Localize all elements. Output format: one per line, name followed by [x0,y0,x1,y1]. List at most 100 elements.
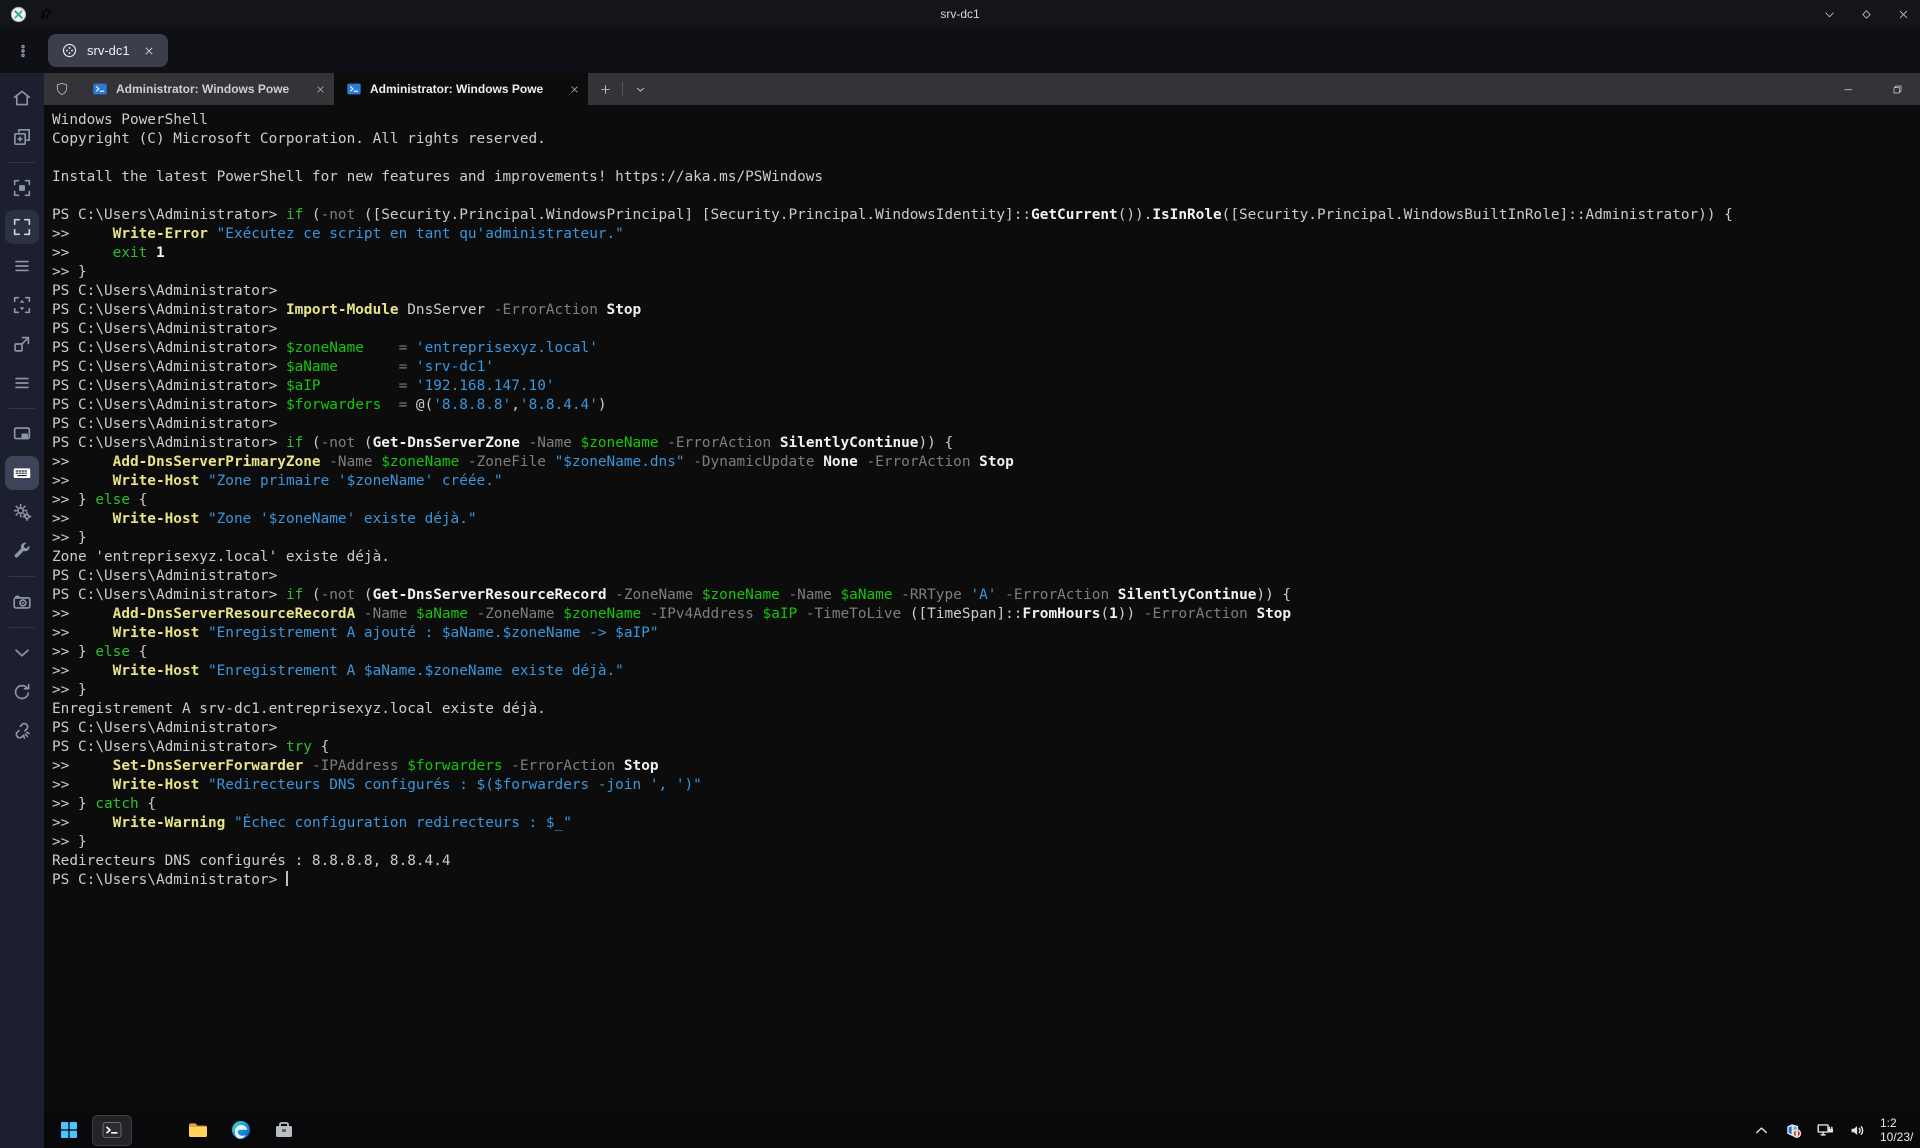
text-cursor [286,871,288,886]
taskbar-edge-button[interactable] [221,1115,261,1146]
terminal-line: PS C:\Users\Administrator> $zoneName = '… [52,339,1920,358]
sidebar-divider [9,162,35,163]
pip-icon [11,423,33,445]
camera-icon [11,591,33,613]
terminal-line: PS C:\Users\Administrator> $forwarders =… [52,396,1920,415]
terminal-line: PS C:\Users\Administrator> $aName = 'srv… [52,358,1920,377]
chevron-down-icon [11,642,33,664]
fit-region-icon [11,177,33,199]
terminal-minimize-icon[interactable] [1842,83,1855,96]
fullscreen-icon [11,216,33,238]
terminal-app-icon [100,1118,124,1142]
close-tab-icon[interactable] [143,45,155,57]
sidebar-menu-secondary-button[interactable] [5,366,39,400]
sidebar-settings-button[interactable] [5,495,39,529]
close-tab-icon[interactable] [569,84,580,95]
volume-icon [1848,1121,1867,1140]
sidebar-keyboard-button[interactable] [5,456,39,490]
pin-icon[interactable] [39,7,53,21]
app-tab-srv-dc1[interactable]: srv-dc1 [48,34,168,67]
terminal-line: PS C:\Users\Administrator> [52,719,1920,738]
sidebar-collapse-button[interactable] [5,636,39,670]
tray-date: 10/23/ [1880,1130,1920,1144]
terminal-line: PS C:\Users\Administrator> [52,871,1920,890]
window-maximize-icon[interactable] [1860,8,1873,21]
new-window-icon [11,126,33,148]
resize-icon [11,333,33,355]
window-minimize-icon[interactable] [1823,8,1836,21]
terminal-restore-icon[interactable] [1891,83,1904,96]
tab-dropdown-button[interactable] [623,73,657,105]
overflow-menu-icon[interactable] [14,43,32,59]
wrench-icon [11,540,33,562]
terminal-tab-2[interactable]: Administrator: Windows Powe [334,73,588,105]
sidebar-tools-button[interactable] [5,534,39,568]
terminal-line: Copyright (C) Microsoft Corporation. All… [52,130,1920,149]
gears-icon [11,501,33,523]
terminal-line: PS C:\Users\Administrator> [52,320,1920,339]
terminal-line: Redirecteurs DNS configurés : 8.8.8.8, 8… [52,852,1920,871]
window-title: srv-dc1 [0,7,1920,21]
terminal-line: >> Write-Warning "Échec configuration re… [52,814,1920,833]
sidebar-screenshot-button[interactable] [5,585,39,619]
sidebar-scale-display-button[interactable] [5,288,39,322]
tray-clock[interactable]: 1:2 10/23/ [1880,1116,1920,1144]
powershell-tab-icon [92,81,108,97]
explorer-icon [186,1118,210,1142]
sidebar-resize-window-button[interactable] [5,327,39,361]
terminal-line: >> Add-DnsServerPrimaryZone -Name $zoneN… [52,453,1920,472]
network-icon [1816,1121,1835,1140]
sidebar-home-button[interactable] [5,81,39,115]
powershell-tab-icon [346,81,362,97]
terminal-line: >> Write-Host "Enregistrement A ajouté :… [52,624,1920,643]
tray-notification-button[interactable] [1784,1121,1803,1140]
taskbar-settings-button[interactable] [135,1115,175,1146]
system-tray: 1:2 10/23/ [1752,1112,1920,1148]
taskbar-terminal-button[interactable] [92,1115,132,1146]
sidebar-divider [9,576,35,577]
terminal-line: PS C:\Users\Administrator> [52,567,1920,586]
sidebar-fullscreen-button[interactable] [5,210,39,244]
taskbar-start-button[interactable] [49,1115,89,1146]
network-button[interactable] [1816,1121,1835,1140]
tray-expand-button[interactable] [1752,1121,1771,1140]
volume-button[interactable] [1848,1121,1867,1140]
sidebar-refresh-button[interactable] [5,675,39,709]
terminal-line: >> Write-Host "Zone primaire '$zoneName'… [52,472,1920,491]
sidebar-new-session-button[interactable] [5,120,39,154]
terminal-line [52,149,1920,168]
vm-display-area: Administrator: Windows PoweAdministrator… [44,73,1920,1148]
terminal-line: >> } catch { [52,795,1920,814]
viewer-sidebar [0,73,44,1148]
terminal-line: >> } [52,263,1920,282]
terminal-line: Windows PowerShell [52,111,1920,130]
close-tab-icon[interactable] [315,84,326,95]
server-manager-icon [272,1118,296,1142]
sidebar-picture-in-picture-button[interactable] [5,417,39,451]
taskbar-file-explorer-button[interactable] [178,1115,218,1146]
terminal-line: >> Write-Host "Zone '$zoneName' existe d… [52,510,1920,529]
sidebar-disconnect-button[interactable] [5,714,39,748]
terminal-line: PS C:\Users\Administrator> if (-not (Get… [52,586,1920,605]
sidebar-fit-region-button[interactable] [5,171,39,205]
terminal-line: PS C:\Users\Administrator> if (-not (Get… [52,434,1920,453]
taskbar-server-manager-button[interactable] [264,1115,304,1146]
terminal-line: >> Add-DnsServerResourceRecordA -Name $a… [52,605,1920,624]
new-tab-button[interactable] [588,73,622,105]
sidebar-divider [9,627,35,628]
terminal-line: >> exit 1 [52,244,1920,263]
chevron-up-icon [1752,1121,1771,1140]
terminal-line: PS C:\Users\Administrator> Import-Module… [52,301,1920,320]
alert-icon [1784,1121,1803,1140]
app-tab-label: srv-dc1 [87,43,130,58]
window-close-icon[interactable] [1897,8,1910,21]
terminal-line: PS C:\Users\Administrator> if (-not ([Se… [52,206,1920,225]
menu-icon [11,255,33,277]
terminal-output[interactable]: Windows PowerShellCopyright (C) Microsof… [44,105,1920,1112]
terminal-line: PS C:\Users\Administrator> [52,282,1920,301]
terminal-line: >> } [52,681,1920,700]
terminal-line: >> } [52,833,1920,852]
sidebar-menu-button[interactable] [5,249,39,283]
terminal-tab-1[interactable]: Administrator: Windows Powe [80,73,334,105]
settings-app-icon [143,1118,167,1142]
